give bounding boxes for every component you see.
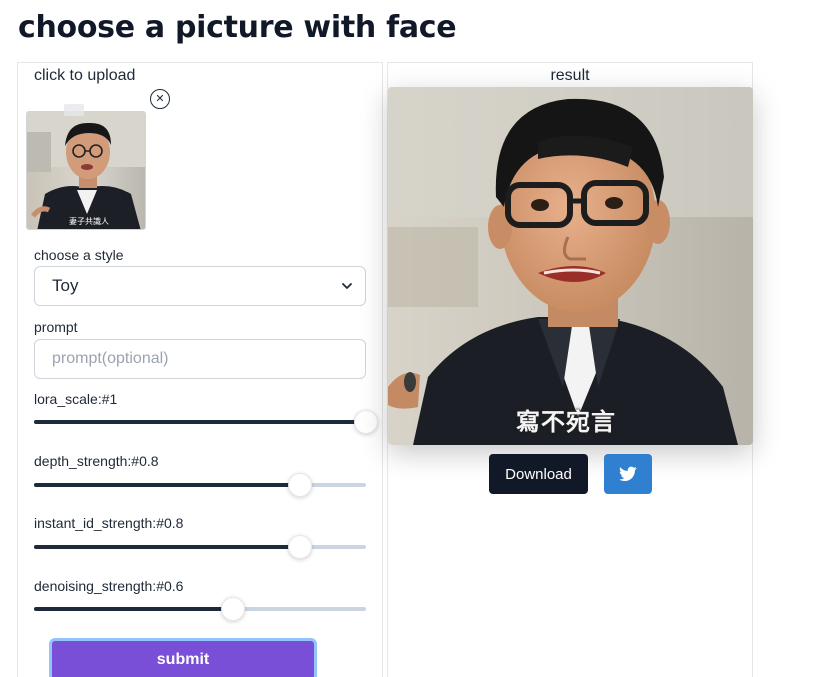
instant-id-strength-label: instant_id_strength:#0.8 xyxy=(34,515,184,531)
twitter-share-button[interactable] xyxy=(604,454,652,494)
depth-strength-label: depth_strength:#0.8 xyxy=(34,453,159,469)
slider-fill xyxy=(34,545,300,549)
slider-fill xyxy=(34,420,366,424)
depth-strength-slider[interactable] xyxy=(34,473,366,497)
denoising-strength-slider[interactable] xyxy=(34,597,366,621)
slider-handle[interactable] xyxy=(221,597,246,621)
denoising-strength-label: denoising_strength:#0.6 xyxy=(34,578,184,594)
page-title: choose a picture with face xyxy=(18,10,457,45)
submit-button[interactable]: submit xyxy=(49,638,317,677)
instant-id-strength-slider[interactable] xyxy=(34,535,366,559)
input-panel: click to upload ✕ 妻子共識人 choose a style T… xyxy=(17,62,383,677)
thumb-caption: 妻子共識人 xyxy=(69,216,109,226)
uploaded-face-photo: 妻子共識人 xyxy=(27,112,145,229)
twitter-icon xyxy=(619,466,637,482)
close-icon: ✕ xyxy=(155,92,165,105)
result-face-render xyxy=(388,87,753,445)
lora-scale-slider[interactable] xyxy=(34,410,378,434)
chevron-down-icon xyxy=(342,283,352,289)
slider-fill xyxy=(34,483,300,487)
style-selected-value: Toy xyxy=(52,276,79,295)
thumbnail-pin-icon xyxy=(64,104,84,116)
download-button[interactable]: Download xyxy=(489,454,588,494)
uploaded-image-thumbnail[interactable]: 妻子共識人 xyxy=(26,111,146,230)
style-select[interactable]: Toy xyxy=(34,266,366,306)
slider-handle[interactable] xyxy=(287,473,312,497)
result-label: result xyxy=(550,67,590,84)
upload-label: click to upload xyxy=(34,67,136,84)
result-caption: 寫不宛言 xyxy=(516,408,616,436)
slider-handle[interactable] xyxy=(287,535,312,559)
prompt-input[interactable] xyxy=(34,339,366,379)
clear-image-button[interactable]: ✕ xyxy=(150,89,170,109)
result-panel: result 寫不宛言 Download xyxy=(387,62,753,677)
style-label: choose a style xyxy=(34,247,124,263)
slider-fill xyxy=(34,607,234,611)
lora-scale-label: lora_scale:#1 xyxy=(34,391,118,407)
prompt-label: prompt xyxy=(34,319,78,335)
slider-handle[interactable] xyxy=(354,410,378,434)
result-image[interactable]: 寫不宛言 xyxy=(388,87,753,445)
